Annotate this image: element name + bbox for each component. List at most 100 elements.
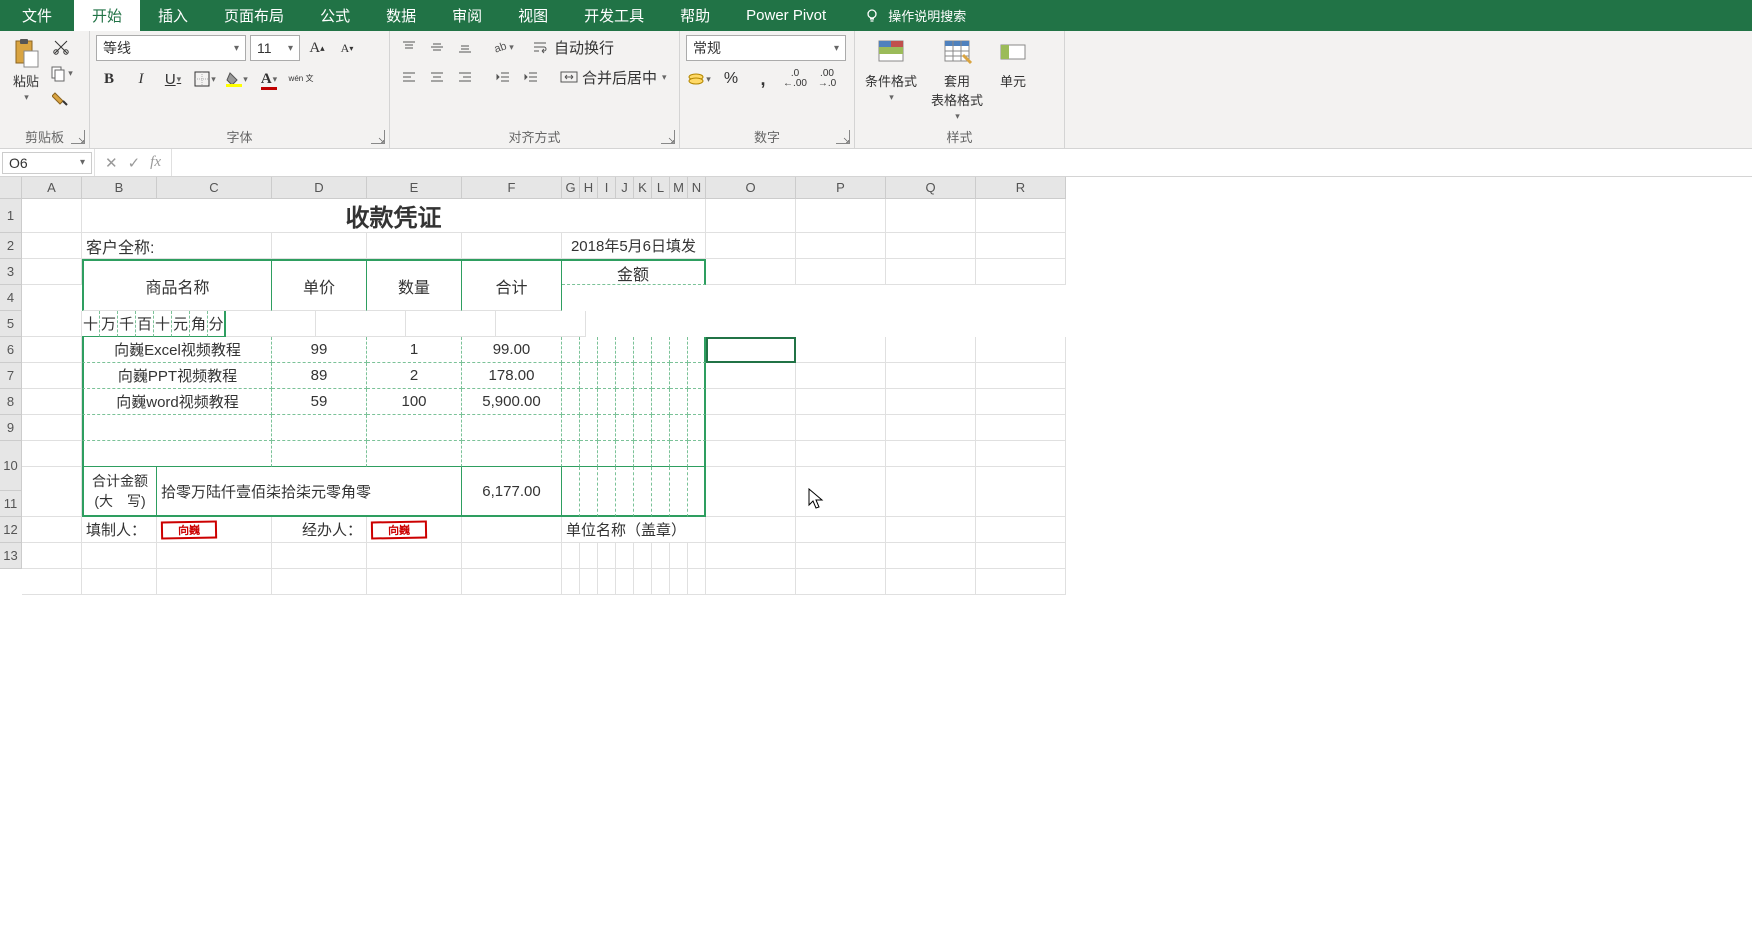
row-header[interactable]: 7	[0, 363, 22, 389]
cell[interactable]	[886, 363, 976, 389]
cell[interactable]	[82, 415, 272, 441]
cell[interactable]	[886, 259, 976, 285]
align-center-button[interactable]	[424, 65, 450, 89]
cell[interactable]	[670, 363, 688, 389]
cell[interactable]	[598, 467, 616, 517]
cell[interactable]: 金额	[562, 259, 706, 285]
font-launcher[interactable]	[371, 130, 385, 144]
bold-button[interactable]: B	[96, 67, 122, 91]
cell[interactable]	[562, 543, 580, 569]
cell[interactable]: 单位名称（盖章）	[562, 517, 706, 543]
cell[interactable]	[706, 415, 796, 441]
row-header[interactable]: 11	[0, 491, 22, 517]
borders-button[interactable]: ▾	[192, 67, 218, 91]
cell[interactable]	[82, 441, 272, 467]
tell-me[interactable]: 操作说明搜索	[864, 0, 966, 31]
cell[interactable]	[22, 199, 82, 233]
name-box[interactable]: O6▾	[2, 152, 92, 174]
select-all-corner[interactable]	[0, 177, 22, 199]
column-header[interactable]: R	[976, 177, 1066, 199]
cell[interactable]	[634, 363, 652, 389]
cell[interactable]	[367, 441, 462, 467]
italic-button[interactable]: I	[128, 67, 154, 91]
number-launcher[interactable]	[836, 130, 850, 144]
cell[interactable]: 十	[82, 311, 100, 337]
cell[interactable]	[367, 569, 462, 595]
column-header[interactable]: I	[598, 177, 616, 199]
cell[interactable]	[598, 441, 616, 467]
cell[interactable]: 经办人：	[272, 517, 367, 543]
column-header[interactable]: Q	[886, 177, 976, 199]
align-left-button[interactable]	[396, 65, 422, 89]
alignment-launcher[interactable]	[661, 130, 675, 144]
tab-formulas[interactable]: 公式	[302, 0, 368, 31]
cell[interactable]	[652, 389, 670, 415]
font-color-button[interactable]: A▾	[256, 67, 282, 91]
decrease-decimal-button[interactable]: .00→.0	[814, 67, 840, 91]
cell[interactable]: 数量	[367, 259, 462, 311]
row-header[interactable]: 3	[0, 259, 22, 285]
cell[interactable]	[634, 389, 652, 415]
cell[interactable]	[562, 569, 580, 595]
tab-data[interactable]: 数据	[368, 0, 434, 31]
cell[interactable]	[976, 543, 1066, 569]
cell[interactable]	[616, 363, 634, 389]
cell[interactable]	[886, 467, 976, 517]
column-header[interactable]: M	[670, 177, 688, 199]
cell[interactable]	[706, 517, 796, 543]
cell[interactable]: 2018年5月6日填发	[562, 233, 706, 259]
clipboard-launcher[interactable]	[71, 130, 85, 144]
cell[interactable]	[688, 543, 706, 569]
cell[interactable]	[670, 441, 688, 467]
cell-grid[interactable]: 收款凭证客户全称:2018年5月6日填发商品名称单价数量合计金额十万千百十元角分…	[22, 199, 1752, 595]
cell[interactable]	[580, 337, 598, 363]
cell[interactable]	[796, 543, 886, 569]
tab-developer[interactable]: 开发工具	[566, 0, 662, 31]
cell[interactable]	[462, 517, 562, 543]
fx-button[interactable]: fx	[150, 154, 161, 171]
cell[interactable]	[706, 543, 796, 569]
cell[interactable]	[598, 569, 616, 595]
cell[interactable]	[367, 233, 462, 259]
cell[interactable]	[634, 441, 652, 467]
accounting-button[interactable]: ▾	[686, 67, 712, 91]
cell[interactable]	[976, 199, 1066, 233]
column-header[interactable]: C	[157, 177, 272, 199]
cell[interactable]	[406, 311, 496, 337]
cell[interactable]	[272, 569, 367, 595]
cell[interactable]	[652, 467, 670, 517]
cell[interactable]	[22, 389, 82, 415]
cell[interactable]: 6,177.00	[462, 467, 562, 517]
cell[interactable]	[976, 363, 1066, 389]
cell[interactable]	[598, 337, 616, 363]
cell[interactable]	[580, 467, 598, 517]
cell[interactable]	[976, 389, 1066, 415]
cell[interactable]	[688, 569, 706, 595]
cell[interactable]: 合计	[462, 259, 562, 311]
cell[interactable]	[886, 233, 976, 259]
cell[interactable]	[22, 415, 82, 441]
cell[interactable]	[796, 337, 886, 363]
cell[interactable]	[688, 363, 706, 389]
cell[interactable]	[22, 569, 82, 595]
phonetic-button[interactable]: wén 文	[288, 67, 314, 91]
cell[interactable]	[580, 543, 598, 569]
underline-button[interactable]: U▾	[160, 67, 186, 91]
cell[interactable]	[688, 389, 706, 415]
cell[interactable]	[22, 337, 82, 363]
cell[interactable]	[976, 337, 1066, 363]
cell[interactable]	[706, 569, 796, 595]
cell[interactable]	[670, 389, 688, 415]
increase-indent-button[interactable]	[518, 65, 544, 89]
copy-button[interactable]: ▾	[48, 61, 74, 85]
cell[interactable]	[688, 415, 706, 441]
cell[interactable]	[886, 199, 976, 233]
cell[interactable]	[688, 337, 706, 363]
cell[interactable]: 客户全称:	[82, 233, 272, 259]
tab-powerpivot[interactable]: Power Pivot	[728, 0, 844, 31]
cell[interactable]	[580, 389, 598, 415]
column-header[interactable]: N	[688, 177, 706, 199]
tab-insert[interactable]: 插入	[140, 0, 206, 31]
cell[interactable]	[22, 311, 82, 337]
fill-color-button[interactable]: ▾	[224, 67, 250, 91]
